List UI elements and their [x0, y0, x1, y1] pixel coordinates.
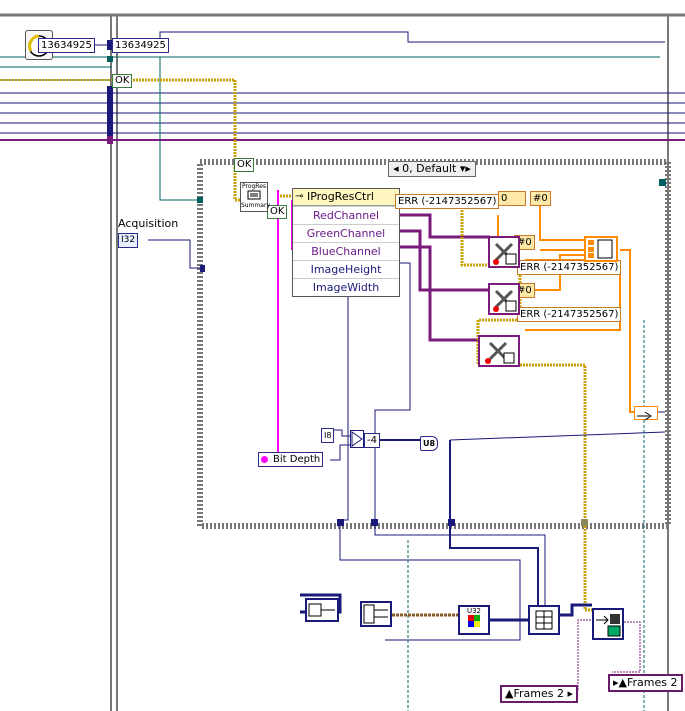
property-image-width[interactable]: ImageWidth	[293, 278, 399, 296]
list-icon	[247, 190, 261, 200]
summary-label-top: ProgRes	[241, 183, 267, 190]
subtract-icon	[351, 431, 363, 447]
wire-green-channel[interactable]	[400, 229, 490, 292]
property-node-class: IProgResCtrl	[307, 190, 374, 203]
error-merge-node[interactable]	[634, 406, 658, 421]
u32-image-node[interactable]: U32	[458, 605, 490, 635]
frames-reference-icon: ▲	[618, 676, 627, 689]
array-subset-node-2[interactable]	[360, 601, 392, 627]
bit-depth-label: Bit Depth	[273, 454, 321, 465]
arrow-right-icon	[637, 411, 652, 421]
wire-cluster-lines[interactable]	[0, 92, 685, 141]
image-display-node[interactable]	[592, 608, 624, 640]
tick-value-indicator[interactable]: 13634925	[38, 38, 95, 53]
image-icon	[468, 615, 480, 627]
bit-depth-terminal[interactable]: Bit Depth	[258, 452, 324, 467]
ok-label-case: OK	[234, 158, 255, 172]
wire-blue-channel[interactable]	[400, 245, 478, 342]
case-selector-value: 0, Default	[402, 162, 457, 175]
ok-label-sub: OK	[267, 205, 288, 219]
color-plane-icon	[485, 341, 515, 364]
ok-label-top: OK	[112, 74, 133, 88]
property-node[interactable]: ⊸ IProgResCtrl RedChannel GreenChannel B…	[292, 188, 400, 297]
color-plane-icon	[493, 242, 517, 265]
const-zero[interactable]: 0	[498, 191, 526, 206]
tick-value-tunnel[interactable]: 13634925	[112, 38, 169, 53]
array-icon	[363, 604, 388, 624]
color-plane-node-1[interactable]	[488, 236, 520, 268]
u8-conversion[interactable]: U8	[420, 436, 439, 451]
frames-left-arrow-icon: ▸	[563, 687, 573, 700]
property-image-height[interactable]: ImageHeight	[293, 260, 399, 278]
key-icon: ⊸	[295, 191, 304, 202]
grid-icon	[535, 610, 553, 630]
case-selector[interactable]: ◂ 0, Default ▾▸	[388, 161, 476, 177]
cluster-icon	[588, 239, 613, 259]
wire-red-channel[interactable]	[400, 213, 490, 239]
property-green-channel[interactable]: GreenChannel	[293, 224, 399, 242]
acquisition-terminal[interactable]: I32	[118, 233, 139, 248]
color-plane-node-3[interactable]	[478, 335, 520, 367]
summary-label-bottom: Summary	[241, 202, 270, 209]
compare-node[interactable]	[350, 430, 364, 448]
error-indicator-3: ERR (-2147352567)	[517, 307, 622, 322]
const-index-a[interactable]: #0	[530, 191, 551, 206]
shift-const[interactable]: -4	[364, 433, 380, 448]
u32-label: U32	[466, 607, 482, 615]
color-plane-icon	[493, 289, 517, 312]
bit-depth-icon	[261, 456, 268, 463]
display-icon	[596, 614, 621, 637]
block-diagram-canvas	[0, 13, 685, 711]
i8-const[interactable]: I8	[321, 428, 335, 443]
array-build-node[interactable]	[528, 605, 560, 635]
array-subset-node-1[interactable]	[305, 598, 339, 622]
property-red-channel[interactable]: RedChannel	[293, 206, 399, 224]
progres-summary-vi[interactable]: ProgRes Summary	[240, 182, 270, 212]
case-next-icon[interactable]: ▸	[465, 162, 471, 175]
wire-pink-summary[interactable]	[268, 190, 279, 461]
wire-tick-count[interactable]	[159, 31, 665, 45]
wire-frames-in[interactable]	[577, 619, 592, 690]
acquisition-label: Acquisition	[118, 217, 179, 230]
frames-left-label: Frames 2	[513, 687, 564, 700]
frames-control-left[interactable]: ▲Frames 2 ▸	[500, 685, 578, 703]
property-node-header: ⊸ IProgResCtrl	[293, 189, 399, 206]
case-prev-icon[interactable]: ◂	[393, 162, 402, 175]
color-plane-node-2[interactable]	[488, 283, 520, 315]
frames-indicator-right[interactable]: ▸▲Frames 2	[608, 674, 683, 692]
array-icon	[308, 603, 335, 617]
frames-right-label: Frames 2	[627, 676, 678, 689]
property-blue-channel[interactable]: BlueChannel	[293, 242, 399, 260]
error-indicator-1: ERR (-2147352567)	[395, 194, 500, 209]
build-cluster-node[interactable]	[584, 236, 618, 262]
case-dropdown-icon[interactable]: ▾	[456, 162, 466, 175]
wire-acquisition[interactable]	[148, 239, 203, 269]
